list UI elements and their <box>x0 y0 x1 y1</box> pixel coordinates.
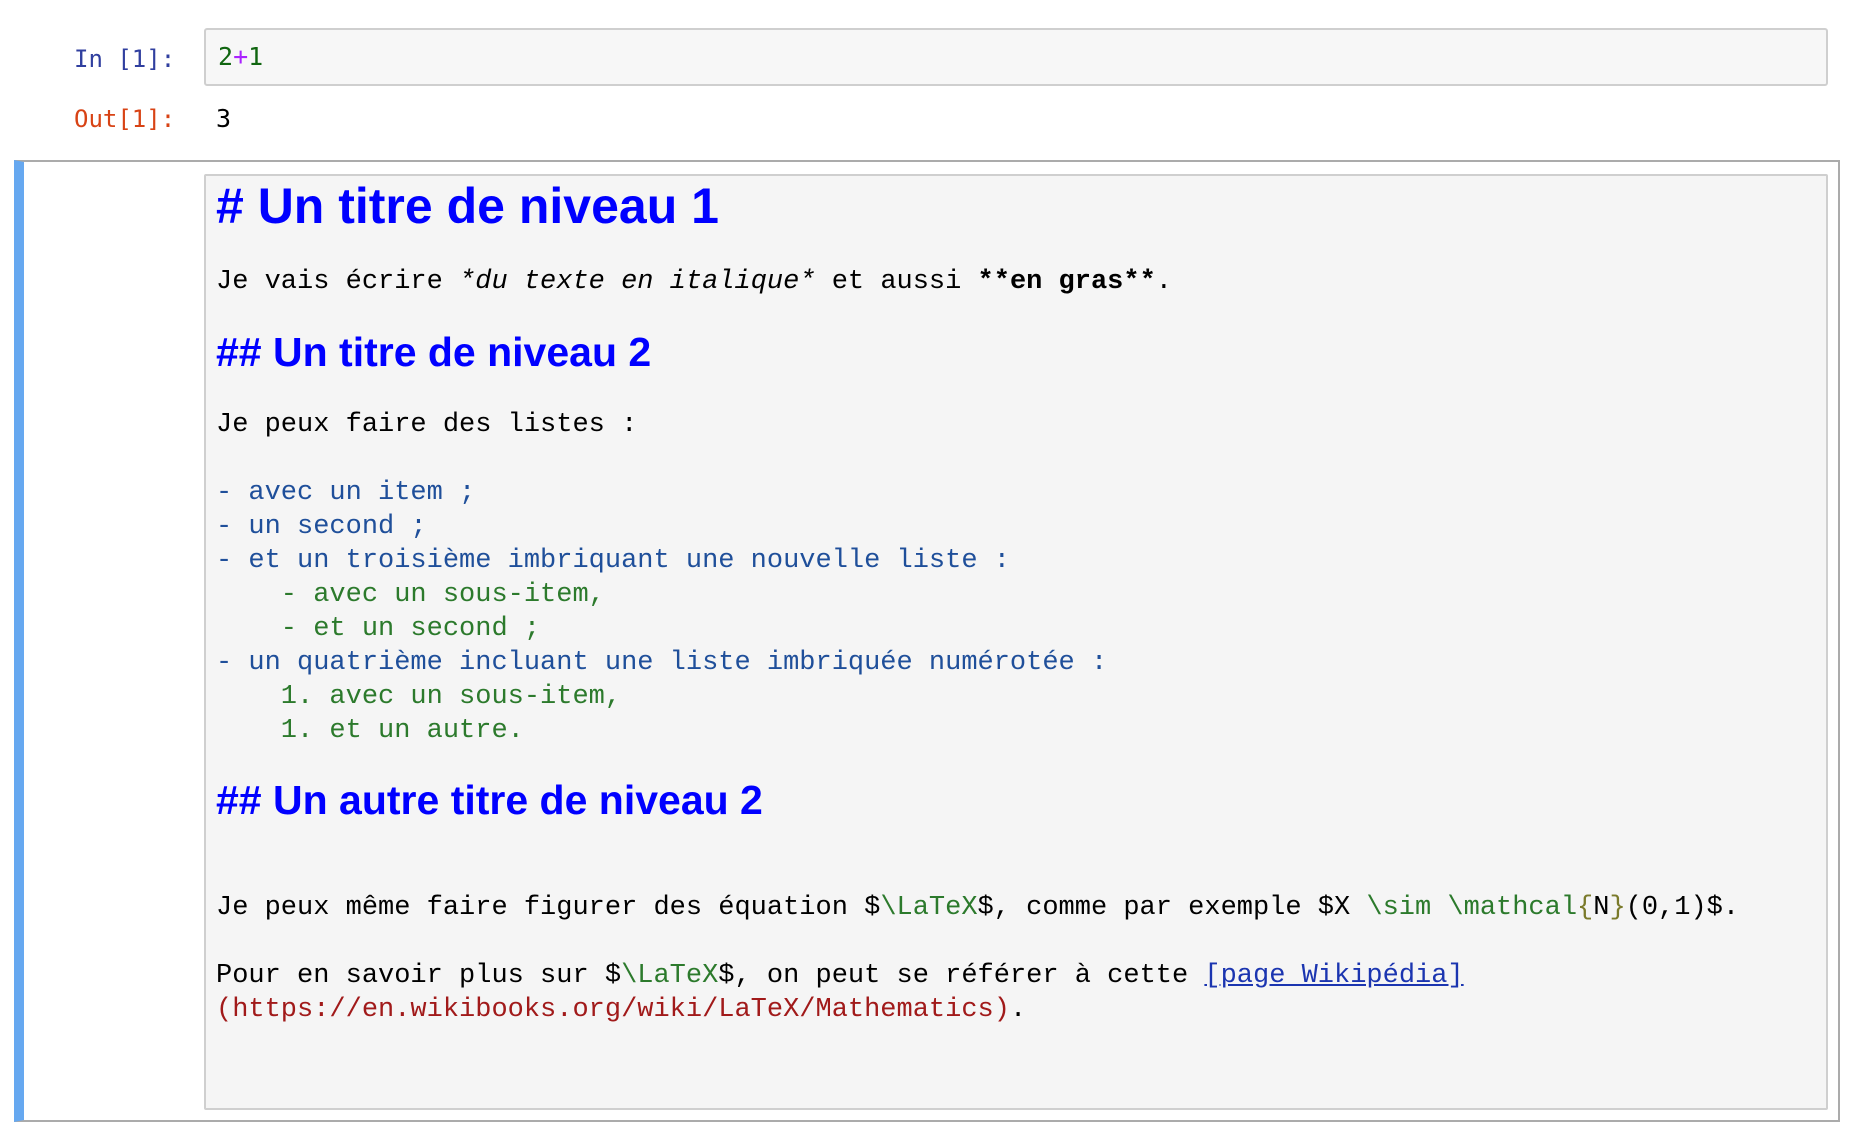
markdown-h2-line[interactable]: ## Un titre de niveau 2 <box>216 327 651 377</box>
italic-span: *du texte en italique* <box>459 267 816 297</box>
latex-brace: } <box>1609 893 1626 923</box>
markdown-sublist-item[interactable]: - et un second ; <box>216 612 540 646</box>
text-span: $, on peut se référer à cette <box>718 961 1205 991</box>
markdown-list-item[interactable]: - un second ; <box>216 510 427 544</box>
markdown-list-item[interactable]: - avec un item ; <box>216 476 475 510</box>
markdown-lists-intro-line[interactable]: Je peux faire des listes : <box>216 408 637 442</box>
text-span <box>1431 893 1447 923</box>
text-span: . <box>1009 995 1027 1025</box>
text-span: (0,1)$. <box>1625 893 1740 923</box>
output-prompt: Out[1]: <box>74 105 176 133</box>
markdown-reference-line[interactable]: Pour en savoir plus sur $\LaTeX$, on peu… <box>216 959 1464 993</box>
bold-span: **en gras** <box>977 267 1156 297</box>
text-span: . <box>1155 267 1172 297</box>
text-span: et aussi <box>815 267 978 297</box>
output-value: 3 <box>216 104 232 133</box>
input-prompt: In [1]: <box>74 45 176 73</box>
markdown-link-url[interactable]: (https://en.wikibooks.org/wiki/LaTeX/Mat… <box>216 995 1010 1025</box>
markdown-numbered-subitem[interactable]: 1. avec un sous-item, <box>216 680 621 714</box>
text-span: Je peux même faire figurer des équation … <box>216 893 881 923</box>
latex-command: \LaTeX <box>621 961 719 991</box>
code-token-number: 1 <box>248 42 264 71</box>
code-token-operator: + <box>233 42 249 71</box>
markdown-sublist-item[interactable]: - avec un sous-item, <box>216 578 605 612</box>
text-span: N <box>1593 893 1610 923</box>
latex-command: \mathcal <box>1447 893 1578 923</box>
markdown-h1-line[interactable]: # Un titre de niveau 1 <box>216 176 719 236</box>
markdown-list-item[interactable]: - un quatrième incluant une liste imbriq… <box>216 646 1107 680</box>
markdown-equation-line[interactable]: Je peux même faire figurer des équation … <box>216 891 1739 925</box>
code-token-number: 2 <box>218 42 234 71</box>
text-span: Je vais écrire <box>216 267 460 297</box>
markdown-paragraph-line[interactable]: Je vais écrire *du texte en italique* et… <box>216 265 1172 299</box>
code-input-area[interactable]: 2+1 <box>204 28 1828 86</box>
latex-command: \LaTeX <box>880 893 978 923</box>
markdown-numbered-subitem[interactable]: 1. et un autre. <box>216 714 524 748</box>
markdown-link-text[interactable]: [page Wikipédia] <box>1204 961 1463 991</box>
markdown-h2-line[interactable]: ## Un autre titre de niveau 2 <box>216 775 763 825</box>
latex-command: \sim <box>1366 893 1432 923</box>
text-span: $, comme par exemple $X <box>977 893 1367 923</box>
text-span: Pour en savoir plus sur $ <box>216 961 622 991</box>
markdown-reference-url-line[interactable]: (https://en.wikibooks.org/wiki/LaTeX/Mat… <box>216 993 1026 1027</box>
markdown-list-item[interactable]: - et un troisième imbriquant une nouvell… <box>216 544 1010 578</box>
latex-brace: { <box>1577 893 1594 923</box>
